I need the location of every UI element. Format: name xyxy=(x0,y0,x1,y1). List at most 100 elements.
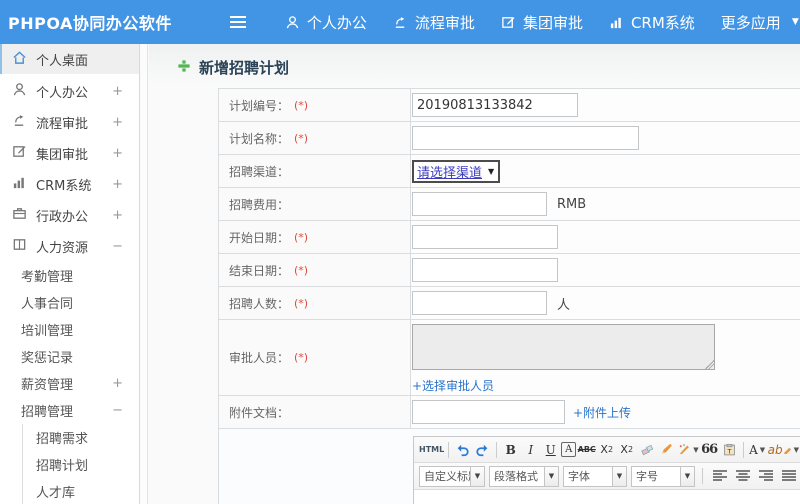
sidebar-divider xyxy=(141,44,148,504)
svg-text:T: T xyxy=(726,447,731,455)
resize-handle-icon[interactable] xyxy=(705,360,714,369)
top-menu-more-apps[interactable]: 更多应用 ▼ xyxy=(708,0,800,44)
sidebar-item-attendance[interactable]: 考勤管理 xyxy=(0,262,139,289)
attachment-upload-link[interactable]: +附件上传 xyxy=(573,404,631,421)
align-right-icon[interactable] xyxy=(756,466,775,486)
sidebar-item-hr[interactable]: 人力资源 − xyxy=(0,231,139,262)
caret-down-icon: ▼ xyxy=(544,466,558,486)
field-label: 计划名称： xyxy=(229,131,290,146)
app-logo[interactable]: PHPOA协同办公软件 xyxy=(0,10,172,34)
top-menu-crm[interactable]: CRM系统 xyxy=(596,0,708,44)
blockquote-button[interactable]: 66 xyxy=(700,440,719,460)
form-row-plan-number: 计划编号： (*) xyxy=(219,89,800,122)
expand-plus-icon[interactable]: + xyxy=(112,208,123,223)
form-row-plan-name: 计划名称： (*) xyxy=(219,122,800,155)
richtext-editor: HTML B I U A ABC X2 X2 ▼ 66 T A ▼ ab ▼ 自… xyxy=(413,436,800,504)
top-menu-personal-office[interactable]: 个人办公 xyxy=(272,0,380,44)
superscript-button[interactable]: X2 xyxy=(597,440,616,460)
sidebar-item-group-approval[interactable]: 集团审批 + xyxy=(0,138,139,169)
headcount-input[interactable] xyxy=(412,291,547,315)
sidebar-item-personal-office[interactable]: 个人办公 + xyxy=(0,76,139,107)
caret-down-icon: ▼ xyxy=(693,445,699,454)
paragraph-format-select[interactable]: 段落格式 ▼ xyxy=(489,465,559,487)
sidebar-item-salary[interactable]: 薪资管理 + xyxy=(0,370,139,397)
channel-select[interactable]: 请选择渠道 ▼ xyxy=(412,159,501,183)
required-marker: (*) xyxy=(294,263,309,277)
form-row-start-date: 开始日期： (*) xyxy=(219,221,800,254)
sidebar-item-workflow-approval[interactable]: 流程审批 + xyxy=(0,107,139,138)
html-source-button[interactable]: HTML xyxy=(419,440,444,460)
format-painter-icon[interactable]: ▼ xyxy=(677,440,699,460)
sidebar-item-recruit-mgmt[interactable]: 招聘管理 − xyxy=(0,397,139,424)
expand-plus-icon[interactable]: + xyxy=(112,376,123,391)
plan-name-input[interactable] xyxy=(412,126,639,150)
currency-suffix: RMB xyxy=(557,196,587,212)
caret-down-icon: ▼ xyxy=(759,445,766,454)
font-color-button[interactable]: A ▼ xyxy=(748,440,767,460)
sidebar-item-rewards[interactable]: 奖惩记录 xyxy=(0,343,139,370)
top-bar: PHPOA协同办公软件 个人办公 流程审批 集团审批 CRM系统 更多应用 ▼ xyxy=(0,0,800,44)
attachment-input[interactable] xyxy=(412,400,565,424)
undo-icon[interactable] xyxy=(453,440,472,460)
sidebar-item-training[interactable]: 培训管理 xyxy=(0,316,139,343)
required-marker: (*) xyxy=(294,98,309,112)
flow-icon xyxy=(393,15,408,30)
subscript-button[interactable]: X2 xyxy=(617,440,636,460)
field-label: 开始日期： xyxy=(229,230,290,245)
flow-icon xyxy=(12,113,27,132)
align-center-icon[interactable] xyxy=(733,466,752,486)
sidebar-item-recruit-plan[interactable]: 招聘计划 xyxy=(0,451,139,478)
strikethrough-button[interactable]: ABC xyxy=(577,440,596,460)
align-left-icon[interactable] xyxy=(710,466,729,486)
italic-button[interactable]: I xyxy=(521,440,540,460)
top-menu-group-approval[interactable]: 集团审批 xyxy=(488,0,596,44)
format-brush-icon[interactable] xyxy=(657,440,676,460)
form-row-channel: 招聘渠道： 请选择渠道 ▼ xyxy=(219,155,800,188)
top-menu: 个人办公 流程审批 集团审批 CRM系统 更多应用 ▼ xyxy=(272,0,800,44)
caret-down-icon: ▼ xyxy=(612,466,626,486)
expand-plus-icon[interactable]: + xyxy=(112,115,123,130)
edit-square-icon xyxy=(501,15,516,30)
sidebar-item-crm[interactable]: CRM系统 + xyxy=(0,169,139,200)
required-marker: (*) xyxy=(294,131,309,145)
sidebar-item-hr-contract[interactable]: 人事合同 xyxy=(0,289,139,316)
field-label: 招聘费用： xyxy=(229,197,290,212)
plus-icon xyxy=(177,58,191,77)
editor-content-area[interactable] xyxy=(414,490,800,504)
sidebar-item-talent-pool[interactable]: 人才库 xyxy=(0,478,139,504)
field-label: 结束日期： xyxy=(229,263,290,278)
eraser-icon[interactable] xyxy=(637,440,656,460)
expand-minus-icon[interactable]: − xyxy=(112,403,123,418)
sidebar-item-admin-office[interactable]: 行政办公 + xyxy=(0,200,139,231)
form-row-end-date: 结束日期： (*) xyxy=(219,254,800,287)
expand-plus-icon[interactable]: + xyxy=(112,177,123,192)
font-size-select[interactable]: 字号 ▼ xyxy=(631,465,695,487)
highlight-color-button[interactable]: ab ▼ xyxy=(768,440,799,460)
underline-button[interactable]: U xyxy=(541,440,560,460)
approvers-textarea[interactable] xyxy=(412,324,715,370)
hamburger-menu-icon[interactable] xyxy=(229,16,246,28)
align-justify-icon[interactable] xyxy=(779,466,798,486)
required-marker: (*) xyxy=(294,296,309,310)
field-label: 附件文档： xyxy=(229,405,290,420)
end-date-input[interactable] xyxy=(412,258,558,282)
custom-heading-select[interactable]: 自定义标题 ▼ xyxy=(419,465,485,487)
expand-plus-icon[interactable]: + xyxy=(112,84,123,99)
sidebar-item-desktop[interactable]: 个人桌面 xyxy=(0,44,139,74)
sidebar-item-recruit-demand[interactable]: 招聘需求 xyxy=(0,424,139,451)
sidebar: 个人桌面 个人办公 + 流程审批 + 集团审批 + CRM系统 + 行政办公 +… xyxy=(0,44,140,504)
cost-input[interactable] xyxy=(412,192,547,216)
top-menu-workflow-approval[interactable]: 流程审批 xyxy=(380,0,488,44)
select-approvers-link[interactable]: +选择审批人员 xyxy=(412,377,494,394)
bold-button[interactable]: B xyxy=(501,440,520,460)
recruit-plan-form: 计划编号： (*) 计划名称： (*) 招聘渠道： 请选择渠道 xyxy=(218,88,800,504)
font-family-select[interactable]: 字体 ▼ xyxy=(563,465,627,487)
expand-plus-icon[interactable]: + xyxy=(112,146,123,161)
editor-toolbar-row1: HTML B I U A ABC X2 X2 ▼ 66 T A ▼ ab ▼ xyxy=(414,437,800,463)
paste-text-icon[interactable]: T xyxy=(720,440,739,460)
expand-minus-icon[interactable]: − xyxy=(112,239,123,254)
redo-icon[interactable] xyxy=(473,440,492,460)
start-date-input[interactable] xyxy=(412,225,558,249)
font-style-button[interactable]: A xyxy=(561,442,577,457)
plan-number-input[interactable] xyxy=(412,93,578,117)
